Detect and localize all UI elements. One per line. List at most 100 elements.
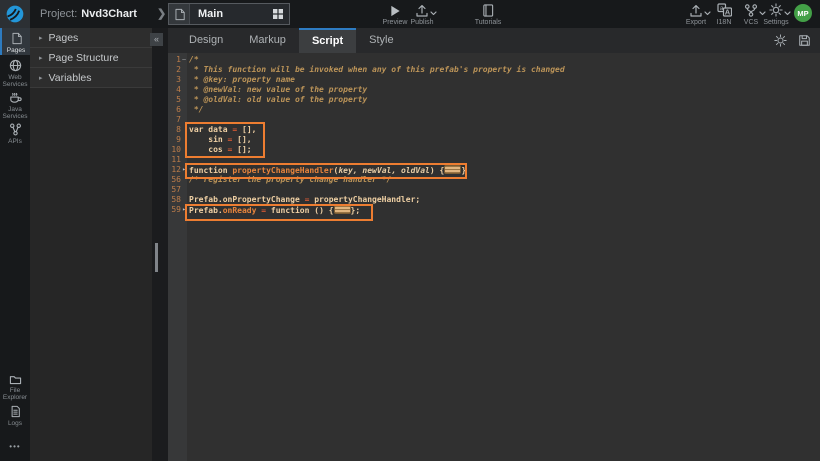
panel-section-label: Variables	[49, 72, 92, 84]
gutter-line[interactable]: 58	[168, 195, 187, 205]
code-line[interactable]: * @oldVal: old value of the property	[187, 95, 820, 105]
code-token-comment: * This function will be invoked when any…	[189, 65, 565, 74]
code-line[interactable]: var data = [],	[187, 125, 820, 135]
code-token-plain: ) {	[430, 166, 444, 175]
i18n-label: I18N	[717, 19, 732, 26]
code-token-plain: sin	[189, 135, 228, 144]
expand-arrow-icon: ▸	[39, 34, 43, 42]
line-number: 56	[168, 175, 181, 185]
settings-label: Settings	[763, 19, 788, 26]
code-token-plain: Prefab.	[189, 206, 223, 215]
panel-collapse-button[interactable]: «	[150, 33, 163, 46]
gutter-line[interactable]: 3	[168, 75, 187, 85]
line-number: 58	[168, 195, 181, 205]
gutter-line[interactable]: 2	[168, 65, 187, 75]
code-token-plain: }	[461, 166, 466, 175]
save-icon[interactable]	[798, 34, 811, 47]
sidebar-item-label: Java Services	[0, 106, 30, 120]
code-token-plain: [],	[232, 135, 251, 144]
line-number: 12	[168, 165, 181, 175]
panel-scrollbar-thumb[interactable]	[155, 243, 158, 272]
export-button[interactable]: Export	[679, 4, 713, 26]
code-line[interactable]: * This function will be invoked when any…	[187, 65, 820, 75]
code-line[interactable]: function propertyChangeHandler(key, newV…	[187, 165, 820, 175]
code-line[interactable]: */	[187, 105, 820, 115]
panel-section-variables[interactable]: ▸ Variables	[30, 68, 152, 88]
folded-code-widget[interactable]	[334, 205, 351, 214]
code-token-plain: cos	[189, 145, 228, 154]
tab-style[interactable]: Style	[356, 28, 406, 53]
sidebar-item-apis[interactable]: APIs	[0, 120, 30, 146]
code-line[interactable]: cos = [];	[187, 145, 820, 155]
script-editor[interactable]: 1–23456789101112▸56575859▸ /* * This fun…	[168, 53, 820, 461]
panel-section-pages[interactable]: ▸ Pages	[30, 28, 152, 48]
publish-button[interactable]: Publish	[404, 4, 440, 26]
code-token-plain: };	[351, 206, 361, 215]
tab-markup[interactable]: Markup	[236, 28, 299, 53]
i18n-button[interactable]: a A I18N	[710, 4, 738, 26]
line-number: 7	[168, 115, 181, 125]
script-settings-gear-icon[interactable]	[774, 34, 787, 47]
tutorials-label: Tutorials	[475, 19, 502, 26]
gutter-line[interactable]: 8	[168, 125, 187, 135]
code-line[interactable]	[187, 115, 820, 125]
sidebar-item-label: Pages	[7, 47, 25, 54]
sidebar-item-java-services[interactable]: Java Services	[0, 88, 30, 118]
sidebar-item-web-services[interactable]: Web Services	[0, 56, 30, 86]
gutter-line[interactable]: 7	[168, 115, 187, 125]
panel-section-page-structure[interactable]: ▸ Page Structure	[30, 48, 152, 68]
code-token-plain: [];	[232, 145, 251, 154]
code-lines[interactable]: /* * This function will be invoked when …	[187, 53, 820, 461]
code-token-fname: onReady	[223, 206, 257, 215]
gutter-line[interactable]: 4	[168, 85, 187, 95]
page-doc-icon	[169, 4, 190, 24]
gutter-line[interactable]: 11	[168, 155, 187, 165]
code-line[interactable]: sin = [],	[187, 135, 820, 145]
code-line[interactable]: * @key: property name	[187, 75, 820, 85]
gutter-line[interactable]: 9	[168, 135, 187, 145]
left-icon-rail: Pages Web Services Java Services APIs Fi…	[0, 28, 30, 461]
code-line[interactable]: Prefab.onPropertyChange = propertyChange…	[187, 195, 820, 205]
wavemaker-logo[interactable]	[0, 0, 30, 28]
line-number: 11	[168, 155, 181, 165]
breadcrumb-chevron-icon: ❯	[157, 7, 166, 20]
gutter-line[interactable]: 10	[168, 145, 187, 155]
line-number: 10	[168, 145, 181, 155]
code-token-fname: propertyChangeHandler	[232, 166, 333, 175]
tab-script[interactable]: Script	[299, 28, 356, 53]
gutter-line[interactable]: 59▸	[168, 205, 187, 215]
gutter-line[interactable]: 12▸	[168, 165, 187, 175]
user-avatar[interactable]: MP	[794, 4, 812, 22]
wavemaker-logo-icon	[5, 4, 25, 24]
code-token-plain: function	[189, 166, 232, 175]
sidebar-item-pages[interactable]: Pages	[0, 28, 30, 55]
settings-button[interactable]: Settings	[759, 4, 793, 26]
code-line[interactable]	[187, 185, 820, 195]
gutter-line[interactable]: 56	[168, 175, 187, 185]
publish-label: Publish	[411, 19, 434, 26]
expand-arrow-icon: ▸	[39, 54, 43, 62]
line-number: 1	[168, 55, 181, 65]
code-line[interactable]: /* register the property change handler …	[187, 175, 820, 185]
code-line[interactable]	[187, 155, 820, 165]
code-line[interactable]: Prefab.onReady = function () {};	[187, 205, 820, 215]
gutter-line[interactable]: 57	[168, 185, 187, 195]
project-label: Project:	[40, 8, 77, 20]
export-upload-icon	[689, 4, 703, 17]
tutorials-button[interactable]: Tutorials	[470, 4, 506, 26]
sidebar-item-logs[interactable]: Logs	[0, 403, 30, 425]
code-line[interactable]: * @newVal: new value of the property	[187, 85, 820, 95]
sidebar-item-file-explorer[interactable]: File Explorer	[0, 371, 30, 399]
folded-code-widget[interactable]	[444, 165, 461, 174]
line-number: 4	[168, 85, 181, 95]
code-line[interactable]: /*	[187, 55, 820, 65]
code-token-comment: * @key: property name	[189, 75, 295, 84]
gutter-line[interactable]: 5	[168, 95, 187, 105]
tab-design[interactable]: Design	[176, 28, 236, 53]
gutter-line[interactable]: 1–	[168, 55, 187, 65]
globe-icon	[9, 59, 22, 72]
code-token-plain: Prefab.onPropertyChange	[189, 195, 305, 204]
more-options-button[interactable]: •••	[0, 442, 30, 451]
page-selector-dropdown[interactable]: Main	[168, 3, 290, 25]
gutter-line[interactable]: 6	[168, 105, 187, 115]
